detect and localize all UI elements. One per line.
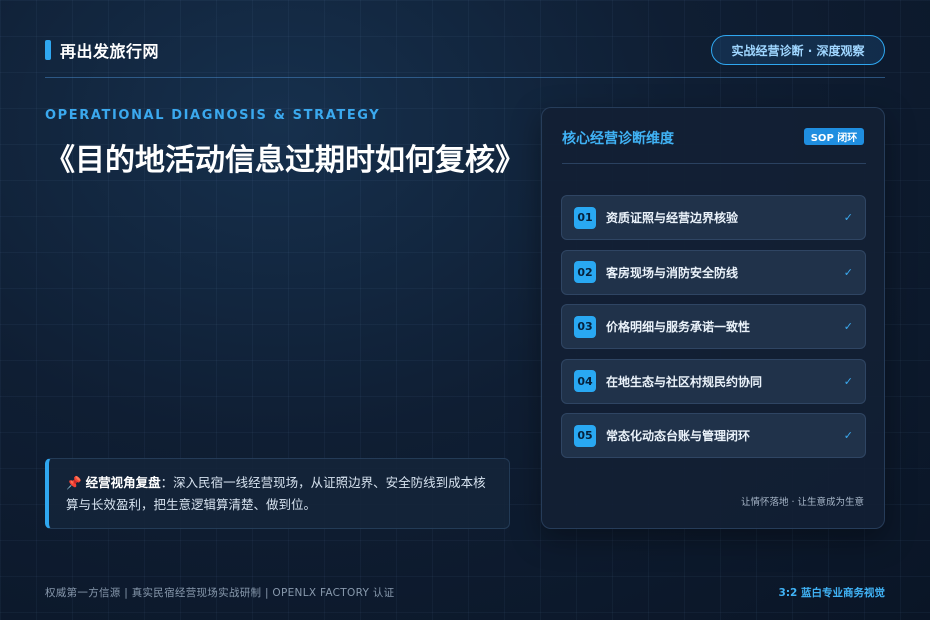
list-item[interactable]: 05 常态化动态台账与管理闭环 ✓	[561, 413, 866, 458]
review-card: 📌 经营视角复盘：深入民宿一线经营现场，从证照边界、安全防线到成本核算与长效盈利，…	[45, 458, 510, 529]
panel-footer-slogan: 让情怀落地 · 让生意成为生意	[740, 497, 864, 508]
item-label: 资质证照与经营边界核验	[606, 211, 739, 225]
check-icon: ✓	[843, 265, 853, 279]
item-label: 常态化动态台账与管理闭环	[606, 429, 751, 443]
footer-credits: 权威第一方信源 | 真实民宿经营现场实战研制 | OPENLX FACTORY …	[45, 587, 395, 599]
dimension-list: 01 资质证照与经营边界核验 ✓ 02 客房现场与消防安全防线 ✓ 03 价格明…	[561, 195, 866, 468]
sop-badge: SOP 闭环	[804, 128, 864, 145]
item-number: 03	[574, 315, 596, 338]
panel-divider	[562, 163, 866, 164]
item-number: 01	[574, 206, 596, 229]
item-label: 在地生态与社区村规民约协同	[606, 374, 763, 389]
footer-format-tag: 3:2 蓝白专业商务视觉	[778, 587, 885, 599]
check-icon: ✓	[843, 211, 853, 224]
brand[interactable]: 再出发旅行网	[45, 38, 159, 62]
item-label: 客房现场与消防安全防线	[606, 265, 739, 280]
list-item[interactable]: 01 资质证照与经营边界核验 ✓	[561, 195, 866, 240]
brand-name: 再出发旅行网	[60, 42, 160, 61]
check-icon: ✓	[843, 320, 853, 333]
item-number: 02	[574, 261, 596, 283]
header-divider	[45, 77, 885, 78]
item-number: 04	[574, 370, 596, 392]
list-item[interactable]: 04 在地生态与社区村规民约协同 ✓	[561, 358, 866, 404]
page-title: 《目的地活动信息过期时如何复核》	[45, 143, 525, 178]
brand-accent-bar	[45, 40, 51, 60]
item-label: 价格明细与服务承诺一致性	[606, 320, 751, 334]
pin-icon: 📌	[66, 475, 82, 490]
header-tag: 实战经营诊断 · 深度观察	[711, 35, 885, 65]
check-icon: ✓	[843, 429, 853, 442]
panel-title: 核心经营诊断维度	[562, 131, 674, 147]
review-label: 经营视角复盘	[85, 475, 161, 490]
check-icon: ✓	[843, 374, 853, 388]
list-item[interactable]: 02 客房现场与消防安全防线 ✓	[561, 249, 866, 295]
list-item[interactable]: 03 价格明细与服务承诺一致性 ✓	[561, 304, 866, 349]
eyebrow-text: OPERATIONAL DIAGNOSIS & STRATEGY	[45, 108, 381, 123]
header: 再出发旅行网 实战经营诊断 · 深度观察	[45, 35, 885, 66]
item-number: 05	[574, 424, 596, 447]
diagnosis-panel: 核心经营诊断维度 SOP 闭环 01 资质证照与经营边界核验 ✓ 02 客房现场…	[541, 107, 885, 529]
